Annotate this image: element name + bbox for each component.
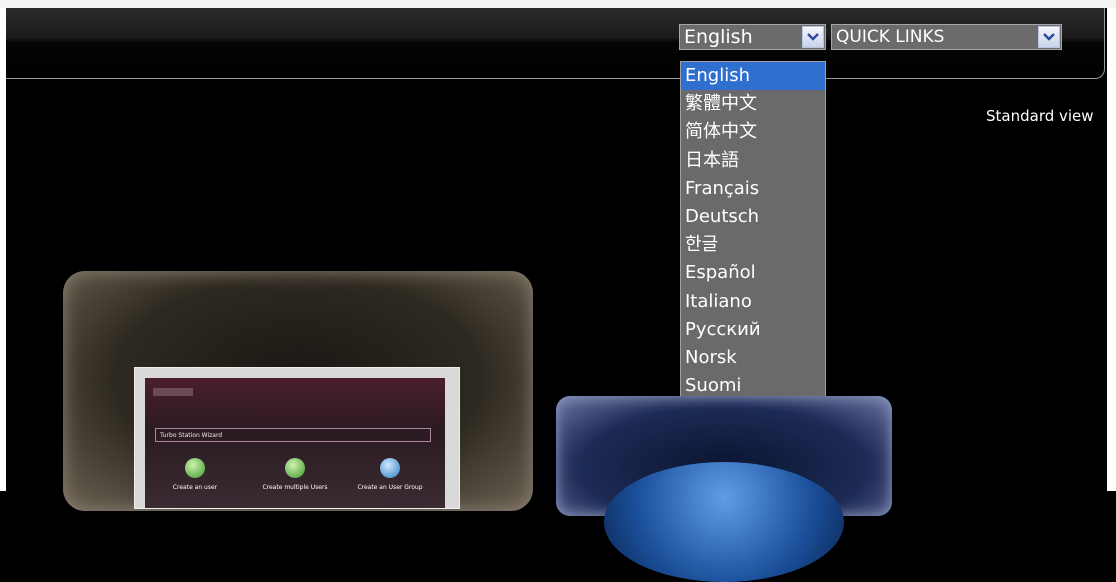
chevron-down-icon bbox=[807, 33, 819, 41]
quick-links-value: QUICK LINKS bbox=[836, 27, 945, 47]
language-option[interactable]: Français bbox=[681, 175, 825, 203]
screenshot-tab bbox=[153, 388, 193, 396]
quick-links-select[interactable]: QUICK LINKS bbox=[831, 24, 1062, 50]
language-select[interactable]: English bbox=[679, 24, 826, 50]
language-option[interactable]: Deutsch bbox=[681, 203, 825, 231]
wizard-item-label: Create an user bbox=[172, 484, 218, 491]
language-option[interactable]: 繁體中文 bbox=[681, 90, 825, 118]
wizard-item-label: Create an User Group bbox=[357, 484, 423, 491]
user-icon bbox=[185, 458, 205, 478]
wizard-title: Turbo Station Wizard bbox=[155, 428, 431, 442]
language-option[interactable]: Русский bbox=[681, 316, 825, 344]
language-option[interactable]: 한글 bbox=[681, 231, 825, 259]
wizard-screen-inner: Turbo Station Wizard Create an user Crea… bbox=[145, 378, 445, 508]
language-option[interactable]: English bbox=[681, 62, 825, 91]
globe-icon bbox=[604, 462, 844, 582]
users-icon bbox=[285, 458, 305, 478]
wizard-item: Create an user bbox=[155, 458, 235, 491]
language-option[interactable]: 日本語 bbox=[681, 147, 825, 175]
chevron-down-icon bbox=[1043, 33, 1055, 41]
quick-links-dropdown-button[interactable] bbox=[1038, 26, 1060, 48]
wizard-item: Create an User Group bbox=[350, 458, 430, 491]
language-dropdown-button[interactable] bbox=[802, 26, 824, 48]
language-option[interactable]: Español bbox=[681, 259, 825, 287]
language-select-value: English bbox=[684, 26, 753, 48]
language-option[interactable]: Norsk bbox=[681, 344, 825, 372]
wizard-item: Create multiple Users bbox=[255, 458, 335, 491]
standard-view-link[interactable]: Standard view bbox=[986, 107, 1094, 125]
language-option[interactable]: 简体中文 bbox=[681, 118, 825, 146]
top-strip bbox=[0, 0, 1116, 8]
wizard-screenshot: Turbo Station Wizard Create an user Crea… bbox=[134, 367, 460, 509]
right-edge bbox=[1107, 8, 1116, 491]
language-option[interactable]: Italiano bbox=[681, 288, 825, 316]
user-group-icon bbox=[380, 458, 400, 478]
left-edge bbox=[0, 8, 6, 491]
wizard-item-label: Create multiple Users bbox=[262, 484, 328, 491]
